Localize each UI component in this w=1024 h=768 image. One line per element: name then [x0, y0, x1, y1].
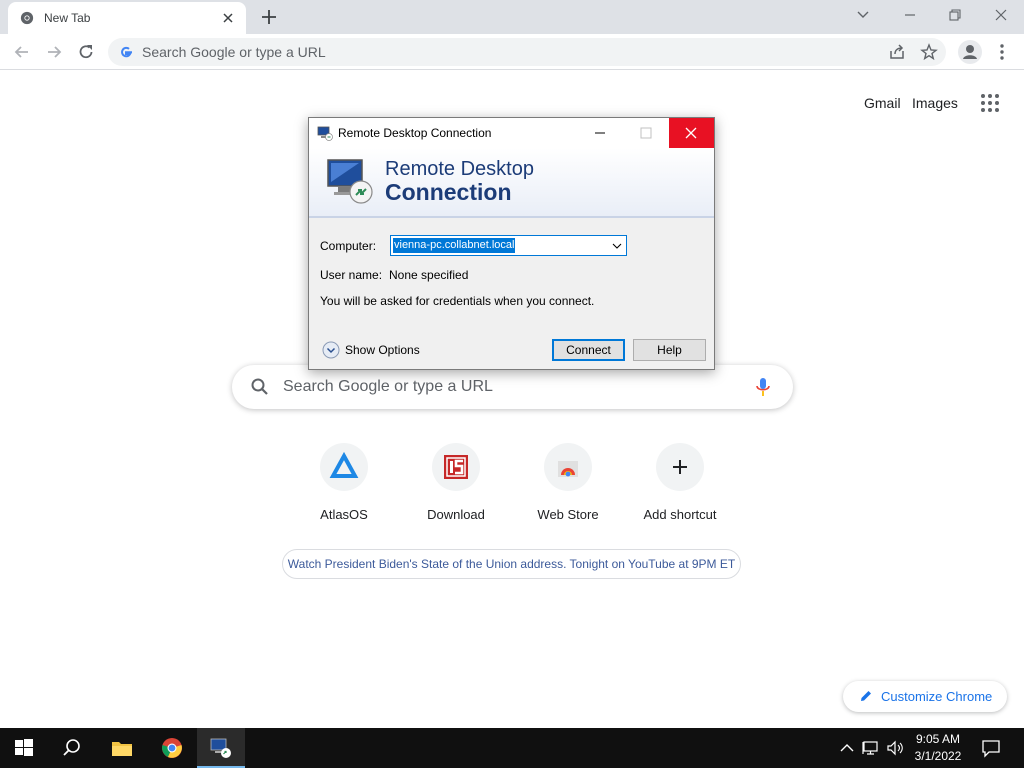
address-bar[interactable]: Search Google or type a URL — [108, 38, 946, 66]
banner-title-line2: Connection — [385, 179, 512, 205]
profile-avatar[interactable] — [958, 40, 982, 64]
promo-link[interactable]: Watch President Biden's State of the Uni… — [282, 549, 741, 579]
google-g-icon — [121, 46, 132, 58]
taskbar-chrome[interactable] — [148, 728, 196, 768]
pencil-icon — [861, 691, 871, 701]
minimize-window-icon[interactable] — [897, 4, 923, 26]
back-arrow-icon[interactable] — [12, 42, 32, 62]
banner-title-line1: Remote Desktop — [385, 158, 534, 180]
tab-search-chevron-icon[interactable] — [850, 4, 876, 26]
bookmark-star-icon[interactable] — [920, 43, 938, 61]
ntp-search-box[interactable]: Search Google or type a URL — [232, 365, 793, 409]
reload-icon[interactable] — [76, 42, 96, 62]
close-window-icon[interactable] — [988, 4, 1014, 26]
tab-strip: New Tab — [0, 0, 1024, 34]
restore-window-icon[interactable] — [942, 4, 968, 26]
rdp-app-icon — [317, 126, 333, 141]
search-icon — [251, 378, 268, 395]
clock-date[interactable]: 3/1/2022 — [908, 749, 968, 763]
customize-chrome-button[interactable]: Customize Chrome — [843, 681, 1007, 712]
chrome-icon — [162, 738, 182, 758]
shortcut-tile — [432, 443, 480, 491]
taskbar-file-explorer[interactable] — [98, 728, 146, 768]
windows-logo-icon — [15, 739, 33, 756]
new-tab-plus-icon[interactable] — [258, 6, 280, 28]
network-icon[interactable] — [862, 738, 880, 758]
chrome-menu-icon[interactable] — [994, 42, 1010, 62]
expand-options-icon[interactable] — [322, 341, 340, 359]
dialog-titlebar[interactable]: Remote Desktop Connection — [309, 118, 714, 148]
computer-value: vienna-pc.collabnet.local — [393, 238, 516, 253]
address-bar-placeholder: Search Google or type a URL — [142, 44, 326, 60]
connect-button[interactable]: Connect — [552, 339, 625, 361]
username-label: User name: — [320, 268, 383, 282]
remote-desktop-dialog: Remote Desktop Connection Remote Desktop… — [308, 117, 715, 370]
tab-title: New Tab — [44, 11, 91, 25]
customize-chrome-label: Customize Chrome — [881, 689, 993, 704]
taskbar-remote-desktop[interactable] — [197, 728, 245, 768]
plus-icon — [673, 460, 687, 474]
tab-new-tab[interactable]: New Tab — [8, 2, 246, 34]
dialog-close-icon[interactable] — [669, 118, 714, 148]
help-button[interactable]: Help — [633, 339, 706, 361]
shortcut-label: Web Store — [537, 507, 599, 522]
chrome-favicon-icon — [20, 11, 34, 25]
dialog-maximize-icon — [640, 127, 652, 139]
web-store-icon — [558, 461, 578, 477]
ntp-search-placeholder: Search Google or type a URL — [283, 378, 493, 395]
google-apps-icon[interactable] — [980, 93, 1000, 113]
atlasos-icon — [329, 451, 359, 478]
shortcut-label: Add shortcut — [643, 507, 717, 522]
shortcut-download[interactable]: Download — [400, 443, 512, 533]
close-tab-icon[interactable] — [218, 8, 238, 28]
shortcut-atlasos[interactable]: AtlasOS — [288, 443, 400, 533]
start-button[interactable] — [0, 728, 48, 768]
shortcut-label: Download — [427, 507, 485, 522]
taskbar-search-button[interactable] — [48, 728, 96, 768]
shortcut-tile — [544, 443, 592, 491]
show-hidden-icons-chevron-icon[interactable] — [838, 738, 856, 758]
dialog-minimize-icon[interactable] — [577, 118, 623, 148]
forward-arrow-icon[interactable] — [44, 42, 64, 62]
search-icon — [63, 739, 80, 756]
download-site-icon — [444, 455, 468, 479]
shortcut-label: AtlasOS — [320, 507, 368, 522]
share-icon[interactable] — [888, 43, 906, 61]
show-options-link[interactable]: Show Options — [345, 343, 420, 357]
action-center-icon[interactable] — [980, 737, 1002, 759]
credentials-info: You will be asked for credentials when y… — [320, 294, 595, 308]
shortcut-tile — [656, 443, 704, 491]
dialog-title: Remote Desktop Connection — [338, 126, 492, 140]
clock-time[interactable]: 9:05 AM — [908, 732, 968, 746]
windows-taskbar: 9:05 AM 3/1/2022 — [0, 728, 1024, 768]
username-value: None specified — [389, 268, 469, 282]
rdp-app-icon — [210, 738, 231, 758]
volume-icon[interactable] — [886, 738, 904, 758]
computer-combobox[interactable]: vienna-pc.collabnet.local — [390, 235, 627, 256]
gmail-link[interactable]: Gmail — [864, 95, 901, 111]
remote-monitor-icon — [327, 159, 373, 204]
dialog-banner: Remote Desktop Connection — [309, 148, 714, 218]
images-link[interactable]: Images — [912, 95, 958, 111]
shortcut-web-store[interactable]: Web Store — [512, 443, 624, 533]
browser-toolbar: Search Google or type a URL — [0, 34, 1024, 70]
person-icon — [963, 45, 977, 59]
shortcut-add[interactable]: Add shortcut — [624, 443, 736, 533]
shortcut-tile — [320, 443, 368, 491]
microphone-icon[interactable] — [753, 376, 773, 398]
chevron-down-icon[interactable] — [611, 240, 623, 252]
computer-label: Computer: — [320, 239, 377, 253]
folder-icon — [112, 742, 132, 756]
